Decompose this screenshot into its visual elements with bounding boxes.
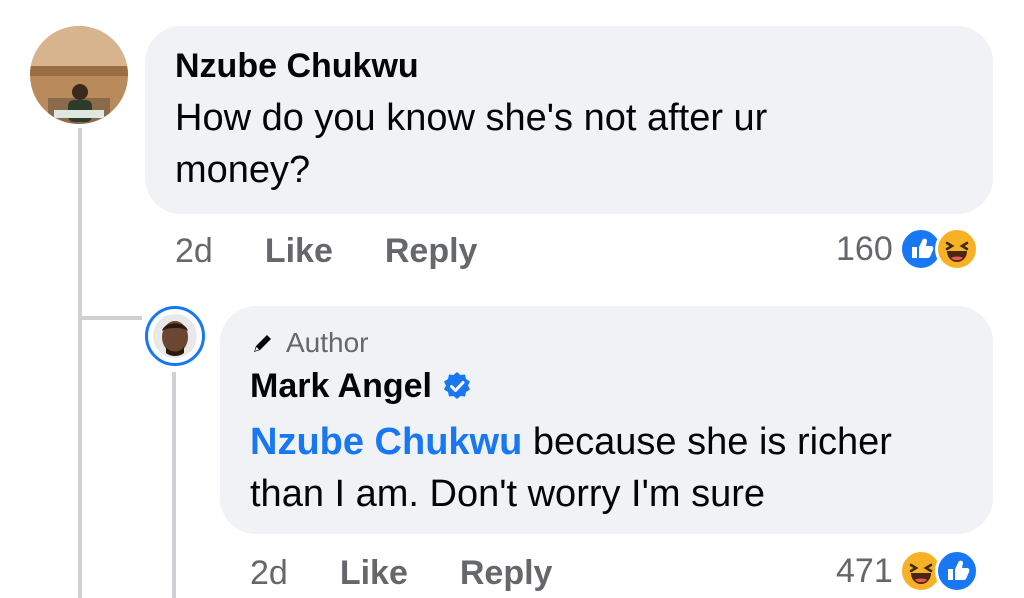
thread-line-branch	[78, 316, 142, 320]
comment-actions: 2d Like Reply	[175, 228, 477, 274]
like-button[interactable]: Like	[265, 232, 333, 271]
comment-text-line-2: money?	[175, 149, 311, 191]
reaction-summary[interactable]: 160	[836, 226, 979, 272]
verified-badge-icon	[444, 372, 471, 399]
author-badge-label: Author	[286, 327, 369, 358]
reply-actions: 2d Like Reply	[250, 550, 552, 596]
reply-author-name[interactable]: Mark Angel	[250, 364, 432, 408]
profile-photo	[153, 314, 197, 358]
reply-thread-line	[172, 372, 176, 598]
reaction-count: 160	[836, 229, 893, 268]
reply-like-button[interactable]: Like	[340, 554, 408, 593]
comment-author-name[interactable]: Nzube Chukwu	[175, 46, 963, 86]
author-badge: Author	[250, 326, 963, 360]
reply-reply-button[interactable]: Reply	[460, 554, 553, 593]
avatar[interactable]	[30, 26, 128, 124]
comment-text: How do you know she's not after ur money…	[175, 92, 963, 196]
reply-button[interactable]: Reply	[385, 232, 478, 271]
reply-bubble: Author Mark Angel Nzube Chukwu because s…	[220, 306, 993, 534]
like-icon	[934, 549, 979, 593]
reply-author-row: Mark Angel	[250, 364, 963, 408]
thread-line-vertical	[78, 128, 82, 598]
reply-text-line-1-rest: because she is richer	[522, 421, 892, 463]
reply-avatar[interactable]	[145, 306, 205, 366]
profile-photo	[30, 26, 128, 124]
haha-icon	[934, 227, 979, 271]
mention-link[interactable]: Nzube Chukwu	[250, 421, 522, 463]
reply-text-line-1: Nzube Chukwu because she is richer	[250, 416, 963, 468]
comment-timestamp[interactable]: 2d	[175, 232, 213, 271]
reply-text: Nzube Chukwu because she is richer than …	[250, 416, 963, 520]
pencil-icon	[254, 335, 271, 352]
comment-bubble: Nzube Chukwu How do you know she's not a…	[145, 26, 993, 214]
comment-text-line-1: How do you know she's not after ur	[175, 97, 768, 139]
reply-timestamp[interactable]: 2d	[250, 554, 288, 593]
reply-text-line-2: than I am. Don't worry I'm sure	[250, 473, 766, 515]
reply-reaction-summary[interactable]: 471	[836, 548, 979, 594]
reply-reaction-count: 471	[836, 551, 893, 590]
